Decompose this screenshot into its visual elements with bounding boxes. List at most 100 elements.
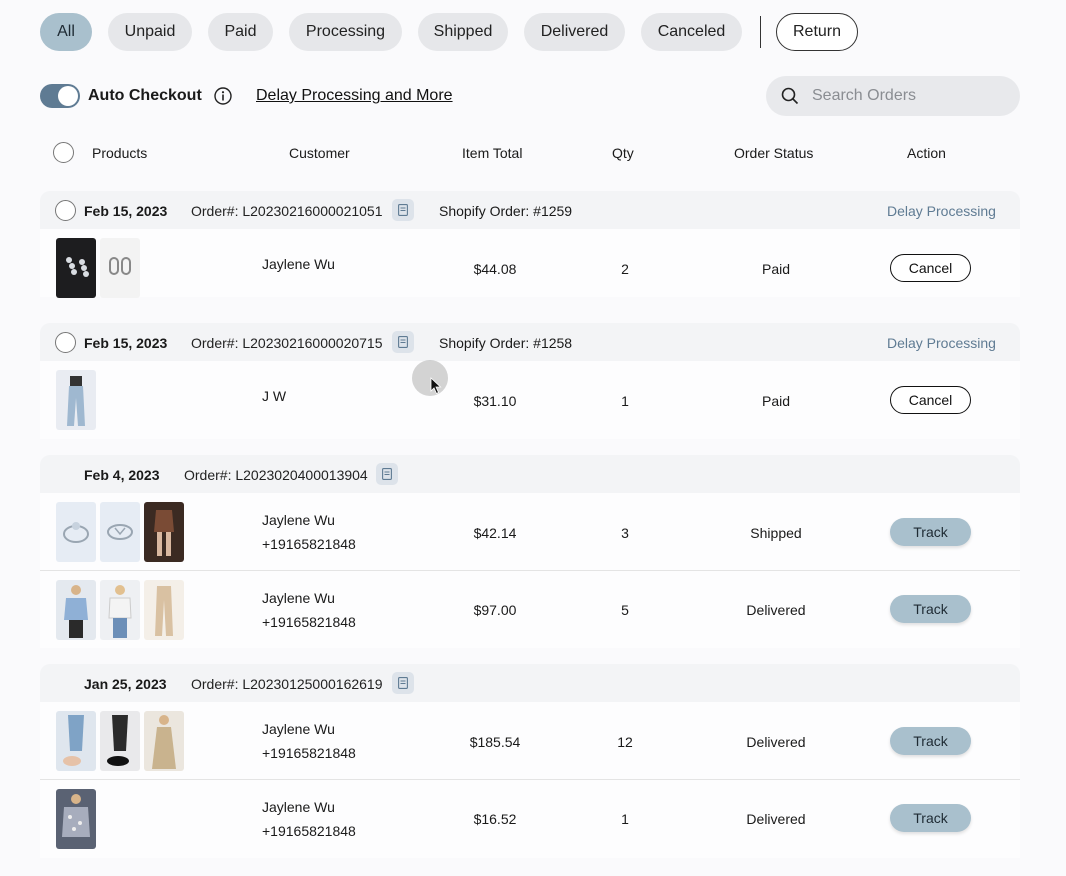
- quantity: 1: [621, 393, 629, 409]
- customer-name: Jaylene Wu: [262, 799, 335, 815]
- order-checkbox[interactable]: [55, 200, 76, 221]
- order-status: Delivered: [746, 811, 806, 827]
- order-number: Order#: L2023020400013904: [184, 467, 368, 483]
- order-row: J W $31.10 1 Paid Cancel: [40, 361, 1020, 439]
- order-row: Jaylene Wu +19165821848 $42.14 3 Shipped…: [40, 493, 1020, 571]
- customer-name: Jaylene Wu: [262, 721, 335, 737]
- tab-all[interactable]: All: [40, 13, 92, 51]
- track-button[interactable]: Track: [890, 727, 971, 755]
- tab-delivered[interactable]: Delivered: [524, 13, 625, 51]
- tab-label: All: [57, 23, 75, 40]
- search-input[interactable]: [812, 85, 1002, 107]
- toolbar: Auto Checkout Delay Processing and More: [40, 76, 1020, 116]
- item-total: $97.00: [473, 602, 517, 618]
- product-thumbnail[interactable]: [100, 711, 140, 771]
- order-status: Paid: [761, 261, 791, 277]
- customer-phone: +19165821848: [262, 536, 356, 552]
- product-thumbnail[interactable]: [56, 580, 96, 640]
- order-row: Jaylene Wu +19165821848 $185.54 12 Deliv…: [40, 702, 1020, 780]
- product-thumbnail[interactable]: [100, 502, 140, 562]
- delay-processing-button[interactable]: Delay Processing: [887, 203, 996, 219]
- product-thumbnail[interactable]: [56, 711, 96, 771]
- quantity: 5: [621, 602, 629, 618]
- order-group: Feb 15, 2023 Order#: L20230216000021051 …: [40, 191, 1020, 298]
- tab-paid[interactable]: Paid: [208, 13, 273, 51]
- order-row: Jaylene Wu +19165821848 $16.52 1 Deliver…: [40, 780, 1020, 858]
- tab-return[interactable]: Return: [776, 13, 858, 51]
- search-box: [766, 76, 1020, 116]
- order-group: Feb 4, 2023 Order#: L2023020400013904 Ja…: [40, 455, 1020, 648]
- tab-label: Processing: [305, 23, 386, 40]
- tab-canceled[interactable]: Canceled: [641, 13, 742, 51]
- copy-icon[interactable]: [392, 672, 414, 694]
- column-header: Customer: [289, 145, 350, 161]
- copy-icon[interactable]: [392, 331, 414, 353]
- item-total: $44.08: [473, 261, 517, 277]
- mouse-cursor-icon: [412, 360, 448, 396]
- cancel-button[interactable]: Cancel: [890, 254, 971, 282]
- tab-unpaid[interactable]: Unpaid: [108, 13, 192, 51]
- status-filter-tabs: All Unpaid Paid Processing Shipped Deliv…: [40, 13, 874, 51]
- order-date: Feb 4, 2023: [84, 467, 160, 483]
- customer-phone: +19165821848: [262, 823, 356, 839]
- select-all-checkbox[interactable]: [53, 142, 74, 163]
- customer-phone: +19165821848: [262, 745, 356, 761]
- product-thumbnail[interactable]: [144, 711, 184, 771]
- cancel-button[interactable]: Cancel: [890, 386, 971, 414]
- customer-name: Jaylene Wu: [262, 590, 335, 606]
- auto-checkout-label: Auto Checkout: [88, 87, 202, 104]
- tab-label: Canceled: [657, 23, 726, 40]
- track-button[interactable]: Track: [890, 595, 971, 623]
- customer-phone: +19165821848: [262, 614, 356, 630]
- tab-shipped[interactable]: Shipped: [418, 13, 508, 51]
- product-thumbnail[interactable]: [56, 789, 96, 849]
- tab-label: Return: [792, 23, 842, 40]
- delay-processing-button[interactable]: Delay Processing: [887, 335, 996, 351]
- shopify-order: Shopify Order: #1258: [439, 335, 573, 351]
- order-date: Jan 25, 2023: [84, 676, 167, 692]
- product-thumbnail[interactable]: [144, 580, 184, 640]
- tab-label: Delivered: [540, 23, 609, 40]
- order-row: Jaylene Wu +19165821848 $97.00 5 Deliver…: [40, 571, 1020, 648]
- product-thumbnail[interactable]: [56, 370, 96, 430]
- track-button[interactable]: Track: [890, 518, 971, 546]
- quantity: 12: [617, 734, 633, 750]
- product-thumbnail[interactable]: [56, 502, 96, 562]
- order-header: Feb 15, 2023 Order#: L20230216000020715 …: [40, 323, 1020, 361]
- order-date: Feb 15, 2023: [84, 203, 168, 219]
- product-thumbnail[interactable]: [56, 238, 96, 298]
- shopify-order: Shopify Order: #1259: [439, 203, 573, 219]
- item-total: $185.54: [469, 734, 521, 750]
- column-header: Qty: [612, 145, 634, 161]
- product-thumbnail[interactable]: [100, 238, 140, 298]
- track-button[interactable]: Track: [890, 804, 971, 832]
- order-number: Order#: L20230125000162619: [191, 676, 383, 692]
- product-thumbnail[interactable]: [100, 580, 140, 640]
- item-total: $16.52: [473, 811, 517, 827]
- search-icon: [781, 87, 799, 105]
- quantity: 3: [621, 525, 629, 541]
- toggle-knob: [58, 86, 78, 106]
- copy-icon[interactable]: [392, 199, 414, 221]
- order-status: Delivered: [746, 734, 806, 750]
- product-thumbnail[interactable]: [144, 502, 184, 562]
- copy-icon[interactable]: [376, 463, 398, 485]
- quantity: 2: [621, 261, 629, 277]
- auto-checkout-toggle[interactable]: [40, 84, 80, 108]
- order-header: Feb 15, 2023 Order#: L20230216000021051 …: [40, 191, 1020, 229]
- tab-label: Unpaid: [124, 23, 176, 40]
- delay-processing-link[interactable]: Delay Processing and More: [256, 87, 453, 105]
- tab-processing[interactable]: Processing: [289, 13, 402, 51]
- order-number: Order#: L20230216000021051: [191, 203, 383, 219]
- order-row: Jaylene Wu $44.08 2 Paid Cancel: [40, 229, 1020, 298]
- tab-divider: [760, 16, 761, 48]
- order-status: Shipped: [750, 525, 802, 541]
- order-checkbox[interactable]: [55, 332, 76, 353]
- order-group: Feb 15, 2023 Order#: L20230216000020715 …: [40, 323, 1020, 439]
- tab-label: Shipped: [433, 23, 493, 40]
- order-status: Paid: [761, 393, 791, 409]
- order-date: Feb 15, 2023: [84, 335, 168, 351]
- table-header: Products Customer Item Total Qty Order S…: [40, 138, 1020, 168]
- customer-name: Jaylene Wu: [262, 256, 335, 272]
- info-icon[interactable]: [214, 87, 232, 105]
